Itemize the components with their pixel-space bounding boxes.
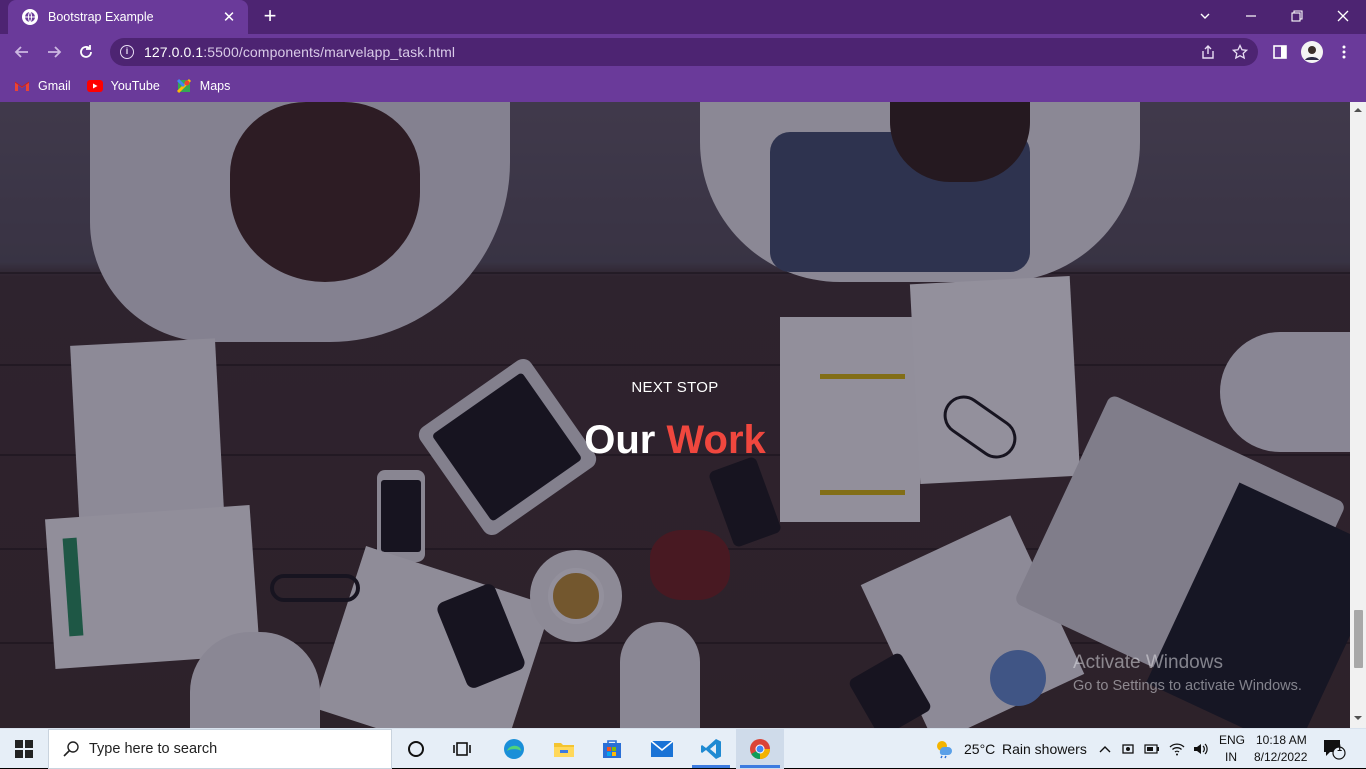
scrollbar-thumb[interactable] [1354,610,1363,668]
windows-taskbar: Type here to search 25°C Rain showers EN… [0,728,1366,769]
site-info-icon[interactable]: i [120,45,134,59]
volume-icon[interactable] [1190,729,1212,769]
hero-title-white: Our [584,418,656,462]
reload-icon[interactable] [74,40,98,64]
watermark-subtitle: Go to Settings to activate Windows. [1073,678,1302,694]
hero-background-image [0,102,1350,728]
tab-search-icon[interactable] [1182,0,1228,32]
forward-icon[interactable] [42,40,66,64]
vscode-icon[interactable] [688,729,734,769]
hero-dark-overlay [0,102,1350,728]
bookmark-label: Gmail [38,79,71,93]
clock-time[interactable]: 10:18 AM [1256,733,1307,747]
youtube-icon [86,80,103,92]
gmail-icon [14,81,30,91]
taskbar-search-box[interactable]: Type here to search [48,729,392,769]
bookmark-maps[interactable]: Maps [176,78,231,94]
new-tab-button[interactable]: + [258,4,282,28]
page-scrollbar[interactable] [1350,102,1366,728]
cortana-icon[interactable] [394,729,438,769]
profile-avatar[interactable] [1300,40,1324,64]
url-text: 127.0.0.1:5500/components/marvelapp_task… [144,44,1258,60]
notification-center-icon[interactable]: 1 [1316,729,1352,769]
bookmark-gmail[interactable]: Gmail [14,79,71,93]
url-host: 127.0.0.1 [144,44,204,60]
weather-temperature[interactable]: 25°C [964,741,995,757]
notification-count: 1 [1337,743,1343,753]
windows-start-icon[interactable] [0,729,48,769]
browser-titlebar: Bootstrap Example ✕ + [0,0,1366,34]
microsoft-store-icon[interactable] [588,729,636,769]
menu-kebab-icon[interactable] [1332,40,1356,64]
bookmarks-bar: Gmail YouTube Maps [0,70,1366,102]
task-view-icon[interactable] [440,729,486,769]
maps-icon [176,78,191,94]
share-icon[interactable] [1200,44,1216,60]
restore-button[interactable] [1274,0,1320,32]
globe-icon [22,9,38,25]
wifi-icon[interactable] [1166,729,1188,769]
browser-tab[interactable]: Bootstrap Example ✕ [8,0,248,34]
scroll-down-arrow-icon[interactable] [1354,714,1362,722]
search-placeholder: Type here to search [89,741,218,757]
bookmark-star-icon[interactable] [1232,44,1248,60]
search-icon [63,741,79,757]
bookmark-label: Maps [199,79,231,93]
battery-icon[interactable] [1142,729,1162,769]
hero-title-accent: Work [666,418,766,462]
bookmark-youtube[interactable]: YouTube [86,79,160,93]
side-panel-icon[interactable] [1268,40,1292,64]
scroll-up-arrow-icon[interactable] [1354,106,1362,114]
hero-title: Our Work [0,418,1350,463]
close-window-button[interactable] [1320,0,1366,32]
minimize-button[interactable] [1228,0,1274,32]
activate-windows-watermark: Activate Windows Go to Settings to activ… [1073,652,1302,694]
file-explorer-icon[interactable] [540,729,588,769]
back-icon[interactable] [10,40,34,64]
weather-rain-icon[interactable] [930,729,960,769]
meet-now-icon[interactable] [1118,729,1138,769]
weather-condition[interactable]: Rain showers [1002,741,1087,757]
chrome-icon[interactable] [736,729,784,769]
clock-date[interactable]: 8/12/2022 [1254,750,1307,764]
browser-toolbar: i 127.0.0.1:5500/components/marvelapp_ta… [0,34,1366,70]
language-indicator[interactable]: ENG [1219,733,1245,747]
chevron-up-icon[interactable] [1096,729,1114,769]
edge-browser-icon[interactable] [490,729,538,769]
watermark-title: Activate Windows [1073,652,1223,673]
region-indicator[interactable]: IN [1225,750,1237,764]
bookmark-label: YouTube [110,79,160,93]
url-path: :5500/components/marvelapp_task.html [203,44,456,60]
tab-title: Bootstrap Example [48,10,154,24]
close-tab-icon[interactable]: ✕ [220,8,238,26]
page-viewport: NEXT STOP Our Work Activate Windows Go t… [0,102,1350,728]
mail-icon[interactable] [638,729,686,769]
hero-kicker: NEXT STOP [631,379,719,396]
address-bar[interactable]: i 127.0.0.1:5500/components/marvelapp_ta… [110,38,1258,66]
